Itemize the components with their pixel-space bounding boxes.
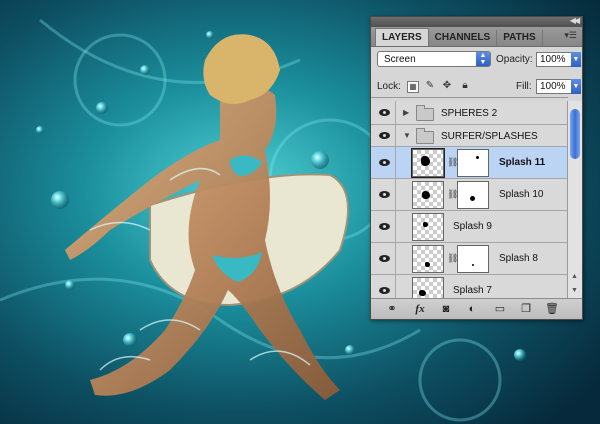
eye-icon <box>379 190 390 198</box>
layer-name: Splash 10 <box>499 189 544 200</box>
layer-name: Splash 9 <box>453 221 492 232</box>
layer-thumbnail[interactable] <box>412 213 444 241</box>
lock-all-icon[interactable]: 🔒︎ <box>459 80 471 92</box>
layer-row-surfer-splashes[interactable]: ▼ SURFER/SPLASHES <box>371 125 567 147</box>
collapse-panel-icon[interactable]: ◀◀ <box>570 16 580 25</box>
eye-icon <box>379 108 390 116</box>
lock-image-pixels-icon[interactable]: ✎ <box>424 80 436 92</box>
scroll-down-icon[interactable]: ▼ <box>571 287 578 294</box>
tab-paths[interactable]: PATHS <box>497 30 543 46</box>
lock-label: Lock: <box>377 81 401 92</box>
layer-name: SURFER/SPLASHES <box>441 131 538 142</box>
opacity-dropdown-icon[interactable]: ▼ <box>571 52 581 67</box>
select-arrows-icon: ▲ ▼ <box>476 52 490 66</box>
layer-row-splash-10[interactable]: ⛓ Splash 10 <box>371 179 567 211</box>
add-mask-icon[interactable]: ◙ <box>439 302 453 316</box>
layer-mask-thumbnail[interactable] <box>457 181 489 209</box>
layer-row-splash-8[interactable]: ⛓ Splash 8 <box>371 243 567 275</box>
lock-position-icon[interactable]: ✥ <box>441 80 453 92</box>
scroll-up-icon[interactable]: ▲ <box>571 273 578 280</box>
layer-mask-thumbnail[interactable] <box>457 149 489 177</box>
eye-icon <box>379 131 390 139</box>
tab-channels[interactable]: CHANNELS <box>429 30 498 46</box>
panel-titlebar[interactable]: ◀◀ <box>371 16 582 27</box>
visibility-toggle[interactable] <box>374 101 396 124</box>
layer-name: Splash 11 <box>499 157 546 168</box>
fx-icon[interactable]: fx <box>413 302 427 316</box>
visibility-toggle[interactable] <box>374 125 396 146</box>
visibility-toggle[interactable] <box>374 147 396 178</box>
lock-transparency-icon[interactable]: ▦ <box>407 81 419 93</box>
blend-mode-select[interactable]: Screen ▲ ▼ <box>377 51 491 67</box>
new-layer-icon[interactable]: ❐ <box>519 302 533 316</box>
visibility-toggle[interactable] <box>374 275 396 299</box>
opacity-label: Opacity: <box>496 54 533 65</box>
opacity-input[interactable]: 100% <box>536 52 572 67</box>
visibility-toggle[interactable] <box>374 243 396 274</box>
scrollbar-thumb[interactable] <box>570 109 580 159</box>
folder-icon <box>416 105 434 121</box>
divider <box>371 97 568 98</box>
link-layers-icon[interactable]: ⚭ <box>385 302 399 316</box>
panel-footer-toolbar: ⚭ fx ◙ ◐ ▭ ❐ 🗑︎ <box>371 298 582 319</box>
eye-icon <box>379 222 390 230</box>
layer-thumbnail[interactable] <box>411 148 445 178</box>
expand-triangle-icon[interactable]: ▶ <box>403 108 409 117</box>
fill-dropdown-icon[interactable]: ▼ <box>571 79 581 94</box>
layers-list: ▶ SPHERES 2 ▼ SURFER/SPLASHES ⛓ Splash 1… <box>371 101 567 299</box>
eye-icon <box>379 158 390 166</box>
layer-row-spheres-2[interactable]: ▶ SPHERES 2 <box>371 101 567 125</box>
folder-icon <box>416 128 434 144</box>
visibility-toggle[interactable] <box>374 211 396 242</box>
layer-thumbnail[interactable] <box>412 181 444 209</box>
layers-scrollbar[interactable]: ▲ ▼ <box>567 101 582 299</box>
layer-row-splash-11[interactable]: ⛓ Splash 11 <box>371 147 567 179</box>
panel-menu-icon[interactable]: ▾☰ <box>564 30 577 41</box>
adjustment-layer-icon[interactable]: ◐ <box>465 302 479 316</box>
layer-row-splash-7[interactable]: Splash 7 <box>371 275 567 299</box>
collapse-triangle-icon[interactable]: ▼ <box>403 131 411 140</box>
fill-input[interactable]: 100% <box>536 79 572 94</box>
delete-layer-icon[interactable]: 🗑︎ <box>545 302 559 316</box>
layer-thumbnail[interactable] <box>412 277 444 299</box>
layers-panel: ◀◀ LAYERS CHANNELS PATHS ▾☰ Screen ▲ ▼ Op… <box>370 16 583 320</box>
layer-name: Splash 8 <box>499 253 538 264</box>
layer-mask-thumbnail[interactable] <box>457 245 489 273</box>
layer-name: SPHERES 2 <box>441 108 498 119</box>
eye-icon <box>379 254 390 262</box>
blend-mode-value: Screen <box>384 54 416 65</box>
eye-icon <box>379 286 390 294</box>
layer-thumbnail[interactable] <box>412 245 444 273</box>
panel-tabs: LAYERS CHANNELS PATHS ▾☰ <box>371 27 582 47</box>
fill-label: Fill: <box>516 81 532 92</box>
layer-row-splash-9[interactable]: Splash 9 <box>371 211 567 243</box>
tab-layers[interactable]: LAYERS <box>375 28 429 46</box>
new-group-icon[interactable]: ▭ <box>493 302 507 316</box>
layer-name: Splash 7 <box>453 285 492 296</box>
visibility-toggle[interactable] <box>374 179 396 210</box>
